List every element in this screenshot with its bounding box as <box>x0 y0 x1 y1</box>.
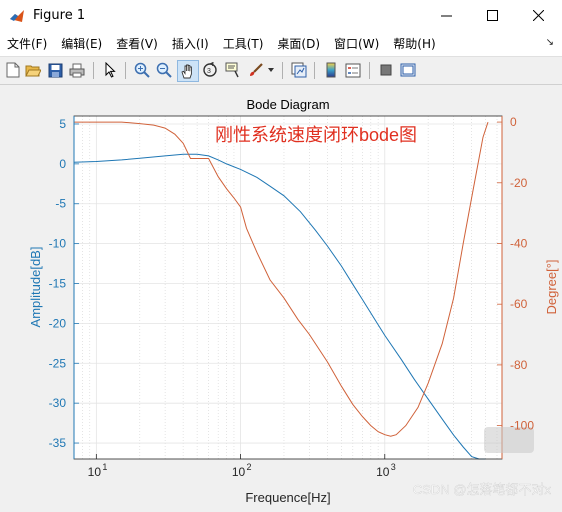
link-plot-icon <box>291 62 307 78</box>
save-disk-icon <box>48 63 62 77</box>
zoom-out-icon <box>156 62 172 78</box>
y-right-tick-label: -60 <box>510 297 528 311</box>
brush-dropdown[interactable] <box>266 61 276 79</box>
data-tip-icon <box>225 62 239 78</box>
open-file-button[interactable] <box>24 61 42 79</box>
minimize-button[interactable] <box>423 0 469 31</box>
x-tick-label: 10 <box>88 465 102 479</box>
y-left-tick-label: -25 <box>49 356 67 370</box>
minimize-icon <box>440 15 452 17</box>
zoom-in-icon <box>134 62 150 78</box>
select-pointer-button[interactable] <box>101 61 119 79</box>
matlab-logo-icon <box>10 9 24 22</box>
bode-plot[interactable]: Bode Diagram 刚性系统速度闭环bode图 Frequence[Hz]… <box>0 85 562 508</box>
figure-canvas[interactable]: Bode Diagram 刚性系统速度闭环bode图 Frequence[Hz]… <box>0 85 562 508</box>
menu-view[interactable]: 查看(V) <box>109 35 165 52</box>
y-right-tick-label: 0 <box>510 115 517 129</box>
menu-desktop[interactable]: 桌面(D) <box>270 35 327 52</box>
chart-annotation: 刚性系统速度闭环bode图 <box>215 125 417 145</box>
chart-title: Bode Diagram <box>246 97 329 112</box>
y-left-tick-label: -35 <box>49 436 67 450</box>
link-plot-button[interactable] <box>290 61 308 79</box>
y-left-tick-label: -10 <box>49 237 67 251</box>
rotate-3d-button[interactable]: 3 <box>201 61 219 79</box>
y-left-axis-label: Amplitude[dB] <box>28 247 43 328</box>
y-left-tick-label: -20 <box>49 316 67 330</box>
y-left-tick-label: -15 <box>49 277 67 291</box>
toolbar-separator <box>125 62 126 79</box>
print-button[interactable] <box>68 61 86 79</box>
zoom-out-button[interactable] <box>155 61 173 79</box>
close-button[interactable] <box>515 0 561 31</box>
x-tick-label: 10 <box>376 465 390 479</box>
hide-plot-tools-icon <box>380 64 392 76</box>
menu-file[interactable]: 文件(F) <box>0 35 54 52</box>
y-right-tick-label: -20 <box>510 176 528 190</box>
y-right-tick-label: -100 <box>510 419 534 433</box>
menu-edit[interactable]: 编辑(E) <box>54 35 109 52</box>
y-left-tick-label: 0 <box>59 157 66 171</box>
csdn-watermark: CSDN @怎落笔都不对x <box>413 482 552 497</box>
show-plot-tools-button[interactable] <box>399 61 417 79</box>
y-left-tick-label: -5 <box>55 197 66 211</box>
rotate-3d-icon: 3 <box>203 62 217 77</box>
menu-tools[interactable]: 工具(T) <box>216 35 271 52</box>
menu-insert[interactable]: 插入(I) <box>165 35 216 52</box>
colorbar-icon <box>326 62 336 78</box>
toolbar-separator <box>93 62 94 79</box>
arrow-pointer-icon <box>105 62 116 78</box>
maximize-button[interactable] <box>469 0 515 31</box>
toolbar-separator <box>369 62 370 79</box>
save-button[interactable] <box>46 61 64 79</box>
insert-colorbar-button[interactable] <box>322 61 340 79</box>
window-title: Figure 1 <box>33 8 86 23</box>
toolbar-separator <box>282 62 283 79</box>
y-left-tick-label: -30 <box>49 396 67 410</box>
menu-overflow-icon[interactable]: ↘ <box>546 37 554 48</box>
show-plot-tools-icon <box>400 63 416 77</box>
legend-icon <box>345 63 361 77</box>
insert-legend-button[interactable] <box>344 61 362 79</box>
brush-button[interactable] <box>247 61 265 79</box>
close-icon <box>532 10 544 21</box>
x-tick-exponent: 1 <box>102 462 107 472</box>
data-cursor-button[interactable] <box>224 61 242 79</box>
svg-text:3: 3 <box>207 68 211 75</box>
x-tick-label: 10 <box>232 465 246 479</box>
hand-pan-icon <box>181 64 192 79</box>
printer-icon <box>69 63 85 77</box>
x-tick-exponent: 3 <box>391 462 396 472</box>
hide-plot-tools-button[interactable] <box>377 61 395 79</box>
plot-area <box>74 116 502 459</box>
menu-bar: 文件(F) 编辑(E) 查看(V) 插入(I) 工具(T) 桌面(D) 窗口(W… <box>0 31 562 57</box>
folder-open-icon <box>25 65 41 77</box>
figure-toolbar: 3 <box>0 57 562 85</box>
y-right-axis-label: Degree[°] <box>544 259 559 314</box>
menu-help[interactable]: 帮助(H) <box>386 35 442 52</box>
new-figure-button[interactable] <box>4 61 22 79</box>
toolbar-separator <box>314 62 315 79</box>
y-right-tick-label: -40 <box>510 236 528 250</box>
brush-icon <box>250 63 263 76</box>
y-right-tick-label: -80 <box>510 358 528 372</box>
zoom-in-button[interactable] <box>133 61 151 79</box>
pan-button[interactable] <box>177 60 199 82</box>
x-axis-label: Frequence[Hz] <box>245 490 330 505</box>
y-left-tick-label: 5 <box>59 117 66 131</box>
new-file-icon <box>6 62 20 78</box>
title-bar: Figure 1 <box>0 0 562 31</box>
chevron-down-icon <box>268 68 274 72</box>
maximize-icon <box>486 10 498 21</box>
x-tick-exponent: 2 <box>247 462 252 472</box>
menu-window[interactable]: 窗口(W) <box>327 35 386 52</box>
